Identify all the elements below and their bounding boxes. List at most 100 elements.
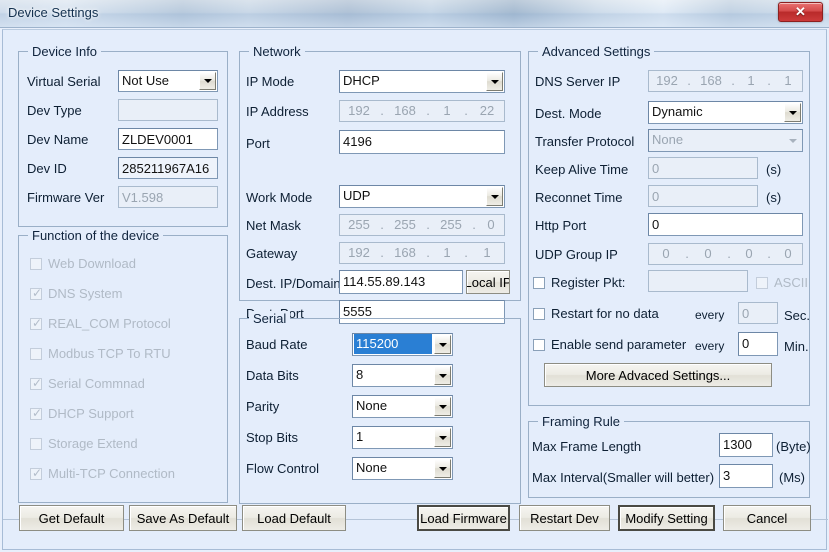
dev-name-field[interactable]: ZLDEV0001 [118,128,218,150]
label-keep-alive-time: Keep Alive Time [535,162,629,177]
reconnet-time-field[interactable]: 0 [648,185,758,207]
chevron-down-icon[interactable] [784,131,801,150]
get-default-button[interactable]: Get Default [19,505,124,531]
dev-type-field[interactable] [118,99,218,121]
checkbox-box [756,277,768,289]
ip-octet-2: 168 [394,103,416,118]
udp-octet-4: 0 [784,246,792,261]
chevron-down-icon[interactable] [199,72,216,90]
max-frame-length-field[interactable]: 1300 [719,433,773,457]
label-flow-control: Flow Control [246,461,319,476]
mask-octet-2: 255 [394,217,416,232]
chevron-down-icon[interactable] [434,335,451,354]
ip-dot: . [464,245,468,260]
dest-ip-domain-field[interactable]: 114.55.89.143 [339,270,463,294]
dns-octet-2: 168 [700,73,722,88]
chevron-down-icon[interactable] [486,187,503,206]
dest-mode-value: Dynamic [652,104,703,119]
label-restart-every: every [695,308,725,322]
checkbox-label: REAL_COM Protocol [48,316,171,331]
group-function-of-device-legend: Function of the device [28,228,164,243]
transfer-protocol-combo[interactable]: None [648,129,803,152]
flow-control-combo[interactable]: None [352,457,453,480]
chevron-down-icon[interactable] [434,397,451,416]
ip-dot: . [727,246,731,261]
dest-mode-combo[interactable]: Dynamic [648,101,803,124]
baud-rate-value: 115200 [354,334,432,354]
dev-id-field[interactable]: 285211967A16 [118,157,218,179]
label-ip-address: IP Address [246,104,309,119]
checkbox-box: ✓ [30,376,43,390]
group-serial-legend: Serial [249,311,291,326]
group-network-legend: Network [249,44,305,59]
check-icon: ✓ [32,406,43,420]
keep-alive-time-field[interactable]: 0 [648,157,758,179]
checkbox-label: Web Download [48,256,136,271]
close-icon: ✕ [795,4,806,19]
check-icon: ✓ [32,376,43,390]
label-firmware-ver: Firmware Ver [27,190,105,205]
unit-max-interval: (Ms) [779,470,805,485]
chevron-down-icon[interactable] [434,459,451,478]
ip-dot: . [380,245,384,260]
checkbox-box: ✓ [30,467,42,480]
close-button[interactable]: ✕ [778,2,823,22]
baud-rate-combo[interactable]: 115200 [352,333,453,356]
port-field[interactable]: 4196 [339,130,505,154]
check-icon: ✓ [32,316,43,330]
ip-mode-combo[interactable]: DHCP [339,70,505,93]
load-default-button[interactable]: Load Default [242,505,346,531]
ip-address-field[interactable]: 192. 168. 1. 22 [339,100,505,122]
max-interval-field[interactable]: 3 [719,464,773,488]
register-pkt-field[interactable] [648,270,748,292]
ip-dot: . [426,245,430,260]
udp-octet-3: 0 [745,246,753,261]
label-virtual-serial: Virtual Serial [27,74,101,89]
checkbox-label: Storage Extend [48,436,138,451]
label-ip-mode: IP Mode [246,74,295,89]
ip-dot: . [464,103,468,118]
stop-bits-combo[interactable]: 1 [352,426,453,449]
label-max-frame-length: Max Frame Length [532,439,642,454]
parity-combo[interactable]: None [352,395,453,418]
unit-restart-sec: Sec. [784,308,811,323]
gw-octet-2: 168 [394,245,416,260]
http-port-field[interactable]: 0 [648,213,803,236]
net-mask-field[interactable]: 255. 255. 255. 0 [339,214,505,236]
chevron-down-icon[interactable] [434,428,451,447]
label-dev-name: Dev Name [27,132,89,147]
ip-octet-1: 192 [348,103,370,118]
gw-octet-3: 1 [443,245,451,260]
checkbox-label: DNS System [48,286,123,301]
window-title: Device Settings [8,5,99,20]
load-firmware-button[interactable]: Load Firmware [417,505,510,531]
stop-bits-value: 1 [356,429,364,444]
save-as-default-button[interactable]: Save As Default [129,505,237,531]
dns-server-ip-field[interactable]: 192. 168. 1. 1 [648,70,803,92]
local-ip-button[interactable]: Local IP [466,270,510,294]
dns-octet-4: 1 [784,73,792,88]
data-bits-combo[interactable]: 8 [352,364,453,387]
enable-send-parameter-interval-field[interactable]: 0 [738,332,778,356]
udp-group-ip-field[interactable]: 0. 0. 0. 0 [648,243,803,265]
parity-value: None [356,398,388,413]
transfer-protocol-value: None [652,132,684,147]
gw-octet-1: 192 [348,245,370,260]
label-work-mode: Work Mode [246,190,313,205]
gateway-field[interactable]: 192. 168. 1. 1 [339,242,505,264]
work-mode-combo[interactable]: UDP [339,185,505,208]
more-advanced-settings-button[interactable]: More Advaced Settings... [544,363,772,387]
restart-dev-button[interactable]: Restart Dev [519,505,610,531]
firmware-ver-field[interactable]: V1.598 [118,186,218,208]
chevron-down-icon[interactable] [434,366,451,385]
ip-dot: . [685,246,689,261]
chevron-down-icon[interactable] [486,72,503,91]
modify-setting-button[interactable]: Modify Setting [618,505,715,531]
restart-no-data-interval-field[interactable]: 0 [738,302,778,324]
checkbox-label: Register Pkt: [551,275,626,290]
virtual-serial-combo[interactable]: Not Use [118,70,218,92]
chevron-down-icon[interactable] [784,103,801,122]
mask-octet-4: 0 [487,217,495,232]
cancel-button[interactable]: Cancel [723,505,811,531]
label-http-port: Http Port [535,218,587,233]
